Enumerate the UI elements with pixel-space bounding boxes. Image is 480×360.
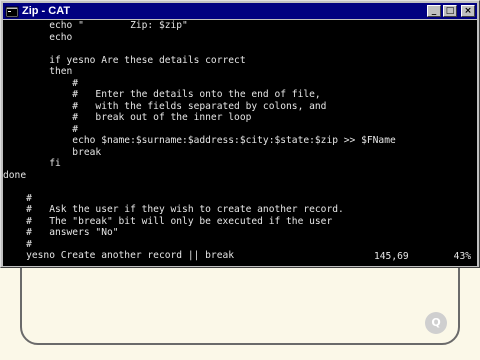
status-line: 145,69 43% <box>3 251 477 263</box>
minimize-icon: _ <box>431 5 437 16</box>
window-title: Zip - CAT <box>22 5 71 17</box>
code-line: then <box>3 66 73 77</box>
code-line: # break out of the inner loop <box>3 112 252 123</box>
code-line: echo " Zip: $zip" <box>3 20 188 31</box>
code-line: # Ask the user if they wish to create an… <box>3 204 344 215</box>
code-line: echo <box>3 31 73 43</box>
code-line: break <box>3 146 102 158</box>
window-controls: _ □ × <box>427 5 475 17</box>
code-line: # <box>3 238 32 250</box>
code-line: fi <box>3 158 61 169</box>
code-line: echo $name:$surname:$address:$city:$stat… <box>3 135 396 146</box>
watermark-logo: Q <box>425 312 447 334</box>
code-line: # with the fields separated by colons, a… <box>3 100 327 112</box>
close-icon: × <box>464 5 472 16</box>
code-text: echo " Zip: $zip" echo if yesno Are thes… <box>3 20 477 262</box>
code-line: # <box>3 192 32 204</box>
console-window[interactable]: Zip - CAT _ □ × echo " Zip: $zip" echo i… <box>0 0 480 268</box>
code-line: # Enter the details onto the end of file… <box>3 89 321 100</box>
code-line: # <box>3 123 79 135</box>
close-button[interactable]: × <box>461 5 475 17</box>
cursor-position: 145,69 <box>374 251 409 262</box>
code-line: if yesno Are these details correct <box>3 54 246 66</box>
console-app-icon <box>5 4 19 18</box>
title-bar[interactable]: Zip - CAT _ □ × <box>3 3 477 19</box>
code-line: # The "break" bit will only be executed … <box>3 215 333 227</box>
maximize-button[interactable]: □ <box>443 5 457 17</box>
terminal-area[interactable]: echo " Zip: $zip" echo if yesno Are thes… <box>3 20 477 266</box>
maximize-icon: □ <box>445 5 455 16</box>
minimize-button[interactable]: _ <box>427 5 441 17</box>
code-line: done <box>3 169 27 181</box>
code-line: # <box>3 77 79 89</box>
code-line: # answers "No" <box>3 227 119 238</box>
scroll-percent: 43% <box>453 251 471 262</box>
